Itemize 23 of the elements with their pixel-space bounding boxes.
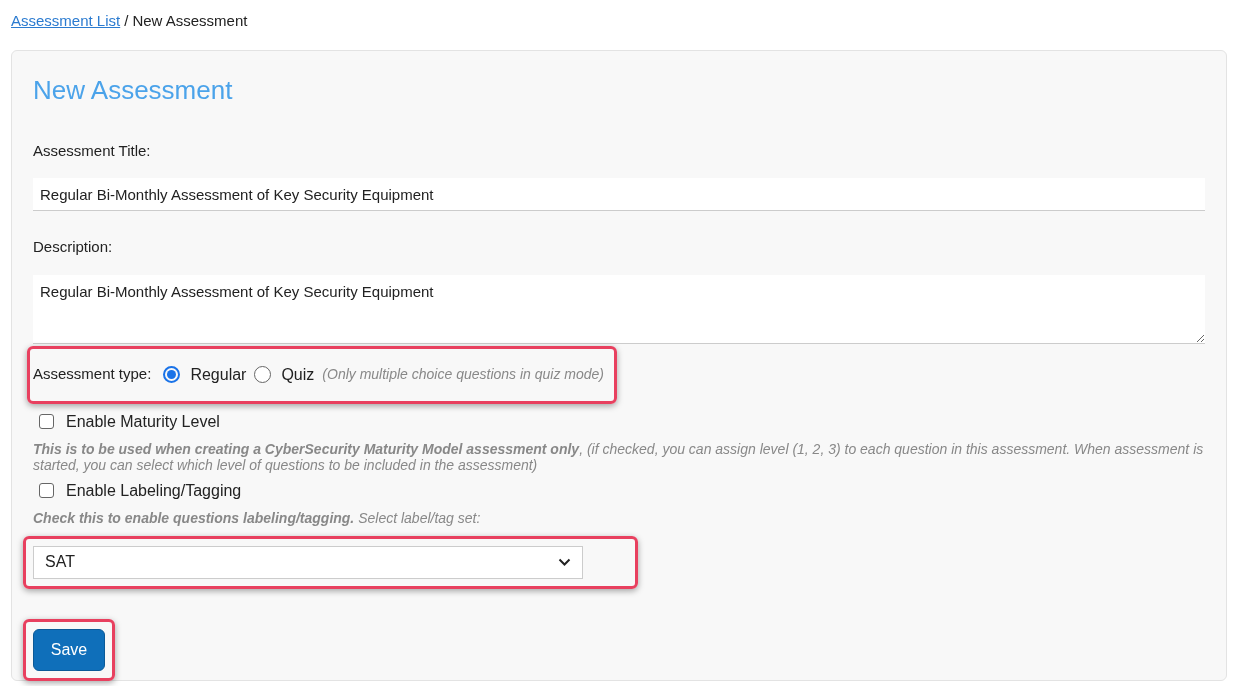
radio-label: Quiz xyxy=(281,364,315,385)
radio-label: Regular xyxy=(190,364,247,385)
radio-button[interactable] xyxy=(163,366,181,383)
breadcrumb-separator: / xyxy=(124,11,129,31)
chevron-down-icon xyxy=(558,558,571,566)
description-textarea[interactable]: Regular Bi-Monthly Assessment of Key Security Equipment xyxy=(33,274,1205,344)
checkbox-label: Enable Labeling/Tagging xyxy=(66,480,242,501)
breadcrumb-current: New Assessment xyxy=(132,11,248,31)
help-text: This is to be used when creating a CyberSecurity Maturity Model assessment only, (if checked, you can assign level (1, 2, 3) to each question in this assessment. When assessment is started, you can select which level of questions to be included in the assessment) xyxy=(33,440,1205,473)
quiz-note: (Only multiple choice questions in quiz mode) xyxy=(322,365,605,384)
title-input[interactable]: Regular Bi-Monthly Assessment of Key Security Equipment xyxy=(33,178,1205,211)
help-text: Check this to enable questions labeling/tagging. Select label/tag set: xyxy=(33,509,482,526)
form-title: New Assessment xyxy=(33,73,234,107)
save-button[interactable]: Save xyxy=(33,628,105,671)
radio-button[interactable] xyxy=(254,366,272,383)
checkbox-label: Enable Maturity Level xyxy=(66,411,220,432)
field-label: Assessment type: xyxy=(33,364,152,385)
field-label: Assessment Title: xyxy=(33,140,152,161)
field-label: Description: xyxy=(33,237,114,257)
breadcrumb-link[interactable]: Assessment List xyxy=(11,10,121,33)
label-set-select[interactable]: SAT xyxy=(33,545,583,579)
checkbox[interactable] xyxy=(39,414,54,429)
checkbox[interactable] xyxy=(39,483,54,498)
